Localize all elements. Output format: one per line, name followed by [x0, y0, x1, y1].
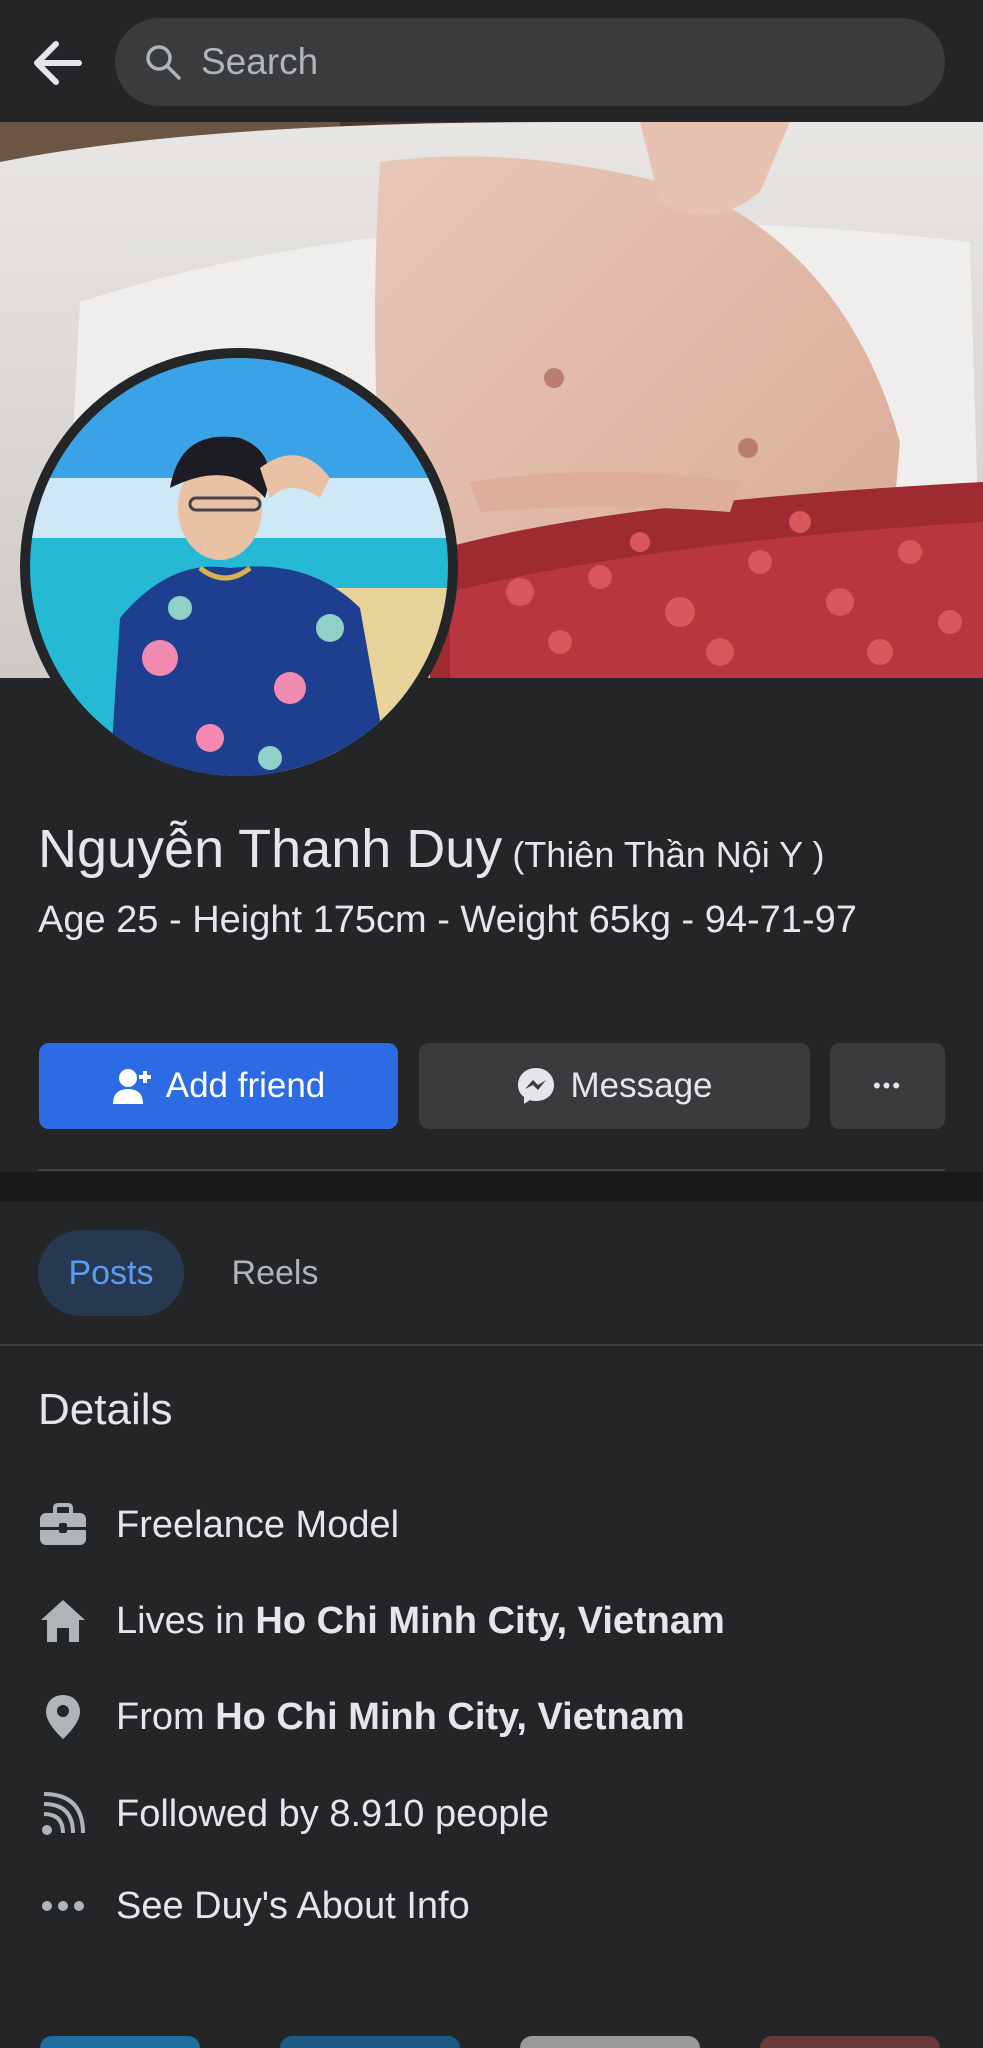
user-plus-icon: [112, 1067, 152, 1105]
rss-icon: [38, 1789, 88, 1839]
from-prefix: From: [116, 1695, 216, 1738]
map-pin-icon: [38, 1692, 88, 1742]
top-bar: Search: [0, 0, 983, 122]
messenger-icon: [516, 1066, 556, 1106]
followers-text: Followed by 8.910 people: [116, 1792, 550, 1835]
detail-work: Freelance Model: [38, 1495, 399, 1555]
detail-followers: Followed by 8.910 people: [38, 1784, 549, 1844]
divider: [38, 1169, 945, 1171]
search-bar[interactable]: Search: [115, 18, 945, 106]
back-button[interactable]: [22, 28, 92, 98]
work-text: Freelance Model: [116, 1503, 400, 1546]
photo-thumbnail[interactable]: [40, 2036, 200, 2048]
avatar-photo: [30, 358, 448, 776]
add-friend-label: Add friend: [165, 1066, 326, 1105]
photo-thumbnail[interactable]: [280, 2036, 460, 2048]
house-icon: [38, 1596, 88, 1646]
section-separator: [0, 1172, 983, 1202]
about-link-text: See Duy's About Info: [116, 1884, 470, 1927]
profile-avatar[interactable]: [20, 348, 458, 786]
ellipsis-icon: [38, 1881, 88, 1931]
search-placeholder: Search: [201, 41, 319, 82]
search-icon: [143, 42, 183, 82]
more-options-button[interactable]: •••: [830, 1043, 945, 1129]
profile-nickname: (Thiên Thần Nội Y ): [512, 834, 825, 875]
lives-in-link[interactable]: Ho Chi Minh City, Vietnam: [255, 1600, 724, 1643]
tabs-divider: [0, 1344, 983, 1346]
add-friend-button[interactable]: Add friend: [39, 1043, 398, 1129]
ellipsis-icon: •••: [872, 1073, 903, 1098]
detail-lives-in: Lives in Ho Chi Minh City, Vietnam: [38, 1591, 725, 1651]
profile-bio: Age 25 - Height 175cm - Weight 65kg - 94…: [38, 899, 857, 941]
photo-thumbnail[interactable]: [520, 2036, 700, 2048]
details-heading: Details: [38, 1385, 173, 1434]
profile-full-name: Nguyễn Thanh Duy: [38, 819, 503, 879]
lives-prefix: Lives in: [116, 1599, 256, 1642]
tab-reels[interactable]: Reels: [206, 1230, 344, 1316]
from-link[interactable]: Ho Chi Minh City, Vietnam: [215, 1696, 684, 1739]
message-button[interactable]: Message: [419, 1043, 810, 1129]
briefcase-icon: [38, 1500, 88, 1550]
detail-from: From Ho Chi Minh City, Vietnam: [38, 1687, 685, 1747]
arrow-left-icon: [34, 41, 82, 85]
photo-thumbnail[interactable]: [760, 2036, 940, 2048]
profile-name: Nguyễn Thanh Duy (Thiên Thần Nội Y ): [38, 818, 824, 880]
message-label: Message: [570, 1066, 713, 1105]
detail-about-link[interactable]: See Duy's About Info: [38, 1876, 470, 1936]
tab-posts[interactable]: Posts: [38, 1230, 184, 1316]
